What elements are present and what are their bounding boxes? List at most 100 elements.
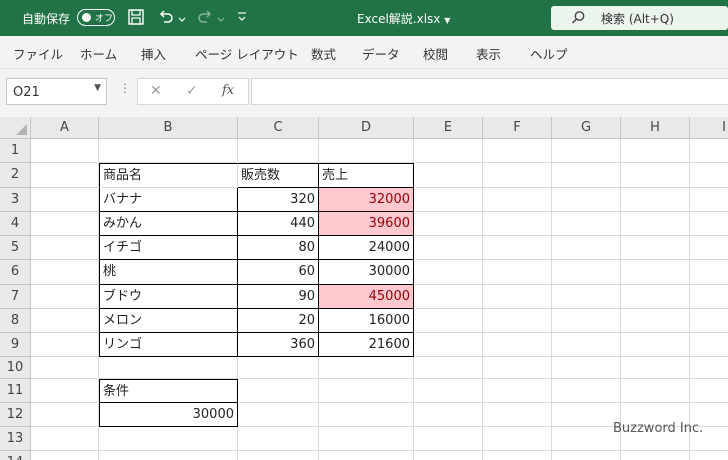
tab-insert[interactable]: 挿入: [141, 44, 166, 63]
column-header-F[interactable]: F: [483, 117, 552, 139]
quantity-cell[interactable]: 20: [238, 309, 319, 333]
sales-cell[interactable]: 21600: [319, 333, 414, 357]
product-name-cell[interactable]: リンゴ: [99, 333, 238, 357]
grid-cell[interactable]: [621, 163, 690, 188]
product-name-cell[interactable]: 桃: [99, 260, 238, 285]
grid-cell[interactable]: [31, 403, 99, 427]
grid-cell[interactable]: [552, 309, 621, 333]
tab-page-layout[interactable]: ページ レイアウト: [195, 44, 299, 63]
autosave-toggle[interactable]: オフ: [77, 9, 115, 26]
grid-cell[interactable]: [414, 403, 483, 427]
row-header-5[interactable]: 5: [0, 236, 31, 260]
column-header-G[interactable]: G: [552, 117, 621, 139]
grid-cell[interactable]: [690, 379, 728, 403]
grid-cell[interactable]: [414, 188, 483, 212]
row-header-13[interactable]: 13: [0, 427, 31, 451]
grid-cell[interactable]: [621, 212, 690, 236]
tab-data[interactable]: データ: [362, 44, 400, 63]
grid-cell[interactable]: [552, 236, 621, 260]
grid-cell[interactable]: [414, 212, 483, 236]
row-header-2[interactable]: 2: [0, 163, 31, 188]
grid-cell[interactable]: [31, 309, 99, 333]
column-header-E[interactable]: E: [414, 117, 483, 139]
grid-cell[interactable]: [414, 163, 483, 188]
grid-cell[interactable]: [319, 139, 414, 163]
row-header-1[interactable]: 1: [0, 139, 31, 163]
grid-cell[interactable]: [414, 236, 483, 260]
grid-cell[interactable]: [31, 260, 99, 285]
grid-cell[interactable]: [414, 357, 483, 379]
product-name-cell[interactable]: みかん: [99, 212, 238, 236]
grid-cell[interactable]: [552, 357, 621, 379]
column-header-H[interactable]: H: [621, 117, 690, 139]
grid-cell[interactable]: [552, 427, 621, 451]
grid-cell[interactable]: [483, 236, 552, 260]
grid-cell[interactable]: [414, 451, 483, 460]
grid-cell[interactable]: [414, 427, 483, 451]
grid-cell[interactable]: [319, 427, 414, 451]
search-input[interactable]: 検索 (Alt+Q): [551, 6, 728, 30]
condition-value[interactable]: 30000: [99, 403, 238, 427]
grid-cell[interactable]: [621, 236, 690, 260]
grid-cell[interactable]: [483, 451, 552, 460]
grid-cell[interactable]: [621, 188, 690, 212]
grid-cell[interactable]: [238, 403, 319, 427]
column-header-B[interactable]: B: [99, 117, 238, 139]
document-title[interactable]: Excel解説.xlsx ▼: [357, 10, 450, 27]
grid-cell[interactable]: [690, 163, 728, 188]
product-name-cell[interactable]: メロン: [99, 309, 238, 333]
grid-cell[interactable]: [483, 139, 552, 163]
sales-cell[interactable]: 39600: [319, 212, 414, 236]
product-name-cell[interactable]: バナナ: [99, 188, 238, 212]
sales-cell[interactable]: 30000: [319, 260, 414, 285]
grid-cell[interactable]: [552, 212, 621, 236]
grid-cell[interactable]: [483, 357, 552, 379]
grid-cell[interactable]: [621, 139, 690, 163]
row-header-14[interactable]: 14: [0, 451, 31, 460]
condition-label[interactable]: 条件: [99, 379, 238, 403]
sales-cell[interactable]: 24000: [319, 236, 414, 260]
tab-help[interactable]: ヘルプ: [530, 44, 568, 63]
grid-cell[interactable]: [99, 451, 238, 460]
row-header-10[interactable]: 10: [0, 357, 31, 379]
grid-cell[interactable]: [31, 427, 99, 451]
cancel-icon[interactable]: ✕: [150, 83, 162, 99]
row-header-8[interactable]: 8: [0, 309, 31, 333]
grid-cell[interactable]: [319, 451, 414, 460]
grid-cell[interactable]: [690, 236, 728, 260]
product-name-cell[interactable]: イチゴ: [99, 236, 238, 260]
grid-cell[interactable]: [483, 379, 552, 403]
sales-cell[interactable]: 45000: [319, 285, 414, 309]
save-icon[interactable]: [127, 8, 145, 30]
quantity-cell[interactable]: 320: [238, 188, 319, 212]
product-name-cell[interactable]: ブドウ: [99, 285, 238, 309]
quantity-cell[interactable]: 360: [238, 333, 319, 357]
quantity-cell[interactable]: 90: [238, 285, 319, 309]
row-header-12[interactable]: 12: [0, 403, 31, 427]
grid-cell[interactable]: [483, 285, 552, 309]
header-sales[interactable]: 売上: [319, 163, 414, 188]
grid-cell[interactable]: [31, 451, 99, 460]
header-quantity[interactable]: 販売数: [238, 163, 319, 188]
customize-toolbar-icon[interactable]: [237, 11, 247, 27]
row-header-7[interactable]: 7: [0, 285, 31, 309]
grid-cell[interactable]: [414, 333, 483, 357]
grid-cell[interactable]: [414, 285, 483, 309]
grid-cell[interactable]: [31, 188, 99, 212]
row-header-3[interactable]: 3: [0, 188, 31, 212]
grid-cell[interactable]: [552, 403, 621, 427]
grid-cell[interactable]: [690, 212, 728, 236]
name-box[interactable]: O21 ▼: [6, 78, 107, 105]
grid-cell[interactable]: [319, 403, 414, 427]
grid-cell[interactable]: [414, 379, 483, 403]
tab-view[interactable]: 表示: [476, 44, 501, 63]
undo-dropdown-icon[interactable]: [178, 12, 186, 27]
grid-cell[interactable]: [238, 139, 319, 163]
grid-cell[interactable]: [690, 451, 728, 460]
grid-cell[interactable]: [552, 139, 621, 163]
grid-cell[interactable]: [238, 451, 319, 460]
undo-icon[interactable]: [157, 8, 175, 30]
grid-cell[interactable]: [621, 333, 690, 357]
grid-cell[interactable]: [483, 333, 552, 357]
tab-file[interactable]: ファイル: [13, 44, 63, 63]
